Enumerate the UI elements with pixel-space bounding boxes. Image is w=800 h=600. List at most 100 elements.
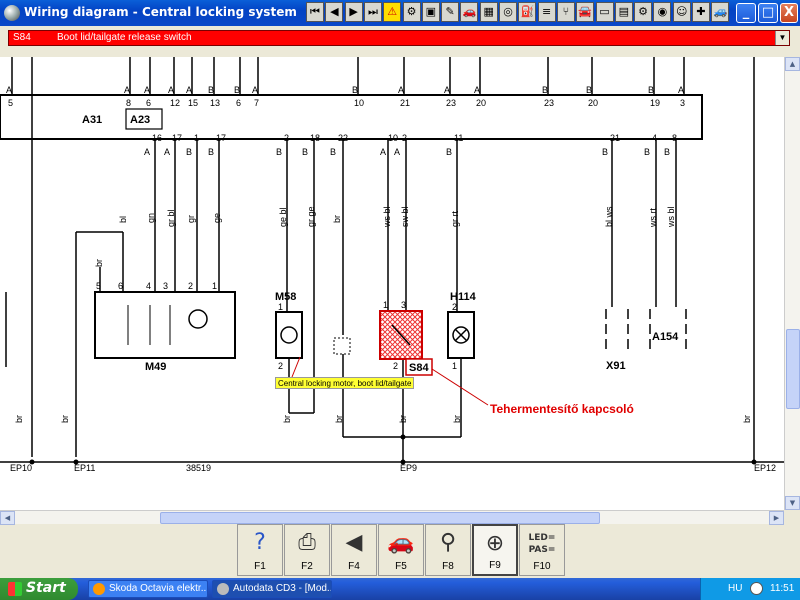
wire-color-label: ws bl <box>382 206 392 227</box>
component-pin-number: 3 <box>401 300 407 310</box>
vertical-scroll-thumb[interactable] <box>786 329 800 409</box>
fkey-f5-button[interactable]: 🚗 F5 <box>378 524 424 576</box>
bottom-pin-number: 2 <box>402 133 408 143</box>
ground-ep9: EP9 <box>400 463 418 473</box>
engine-icon[interactable]: ⚙ <box>634 2 653 22</box>
car-front-icon[interactable]: 🚘 <box>576 2 595 22</box>
top-pin-number: 7 <box>254 98 260 108</box>
bottom-pin-number: 1 <box>194 133 200 143</box>
top-pin-number: 6 <box>236 98 242 108</box>
s84-label[interactable]: S84 <box>409 362 429 374</box>
top-pin-letter: B <box>352 85 359 95</box>
maximize-button[interactable]: □ <box>758 3 778 23</box>
scroll-down-icon[interactable]: ▼ <box>785 496 800 510</box>
sensor-icon[interactable]: ◉ <box>653 2 672 22</box>
last-page-icon[interactable]: ⏭ <box>363 2 382 22</box>
wire-color-label: bl <box>118 215 128 223</box>
component-name: Boot lid/tailgate release switch <box>57 32 192 43</box>
start-button[interactable]: Start <box>0 578 78 600</box>
fkey-f9-button[interactable]: ⊕ F9 <box>472 524 518 576</box>
bottom-pin-letter: B <box>302 147 309 157</box>
top-pin-letter: B <box>648 85 655 95</box>
top-pin-letter: A <box>186 85 193 95</box>
top-pin-number: 19 <box>650 98 661 108</box>
gear-icon[interactable]: ⚙ <box>402 2 421 22</box>
wire-color-label: ws rt <box>648 208 658 227</box>
fkey-f1-button[interactable]: ? F1 <box>237 524 283 576</box>
top-pin-letter: A <box>398 85 405 95</box>
wire-color-label: gr rt <box>450 210 460 227</box>
diagnostic-icon: ⚲ <box>439 530 457 555</box>
component-dropdown[interactable]: S84 Boot lid/tailgate release switch ▼ <box>8 30 790 46</box>
dropdown-arrow-icon[interactable]: ▼ <box>775 31 789 45</box>
bottom-pin-letter: A <box>144 147 151 157</box>
fkey-label: F10 <box>533 561 551 572</box>
wire-color-label: br <box>332 214 342 223</box>
top-pin-letter: B <box>208 85 215 95</box>
fkey-label: F2 <box>301 561 313 572</box>
firefox-icon <box>93 583 105 595</box>
horizontal-scrollbar[interactable]: ◀ ▶ <box>0 510 784 525</box>
component-code: S84 <box>13 32 31 43</box>
fkey-f2-button[interactable]: ⎙ F2 <box>284 524 330 576</box>
fkey-label: F4 <box>348 561 360 572</box>
component-pin-number: 4 <box>146 281 152 291</box>
title-bar[interactable]: Wiring diagram - Central locking system … <box>0 0 800 26</box>
fkey-f8-button[interactable]: ⚲ F8 <box>425 524 471 576</box>
wire-color-label: gr bl <box>166 209 176 227</box>
x91-label[interactable]: X91 <box>606 360 626 372</box>
next-page-icon[interactable]: ▶ <box>344 2 363 22</box>
previous-page-icon[interactable]: ◀ <box>325 2 344 22</box>
fuel-icon[interactable]: ⛽ <box>518 2 537 22</box>
close-button[interactable]: X <box>780 3 798 23</box>
wiring-diagram[interactable]: A 5 A 8 A 6 A 12 A 15 B 13 B 6 A 7 B 10 A 21 A 23 A 20 B 23 B 20 B 19… <box>0 57 784 510</box>
component-pin-number: 2 <box>393 361 399 371</box>
horizontal-scroll-thumb[interactable] <box>160 512 600 524</box>
top-pin-letter: A <box>474 85 481 95</box>
help-tray-icon[interactable] <box>750 582 763 595</box>
top-pin-number: 23 <box>544 98 555 108</box>
wheel-icon[interactable]: ◎ <box>499 2 517 22</box>
top-pin-number: 10 <box>354 98 365 108</box>
person-icon[interactable]: ☺ <box>672 2 691 22</box>
scroll-right-icon[interactable]: ▶ <box>769 511 784 525</box>
scroll-left-icon[interactable]: ◀ <box>0 511 15 525</box>
image-icon[interactable]: ▣ <box>421 2 440 22</box>
car-search-icon: 🚗 <box>387 530 415 555</box>
app-icon <box>4 5 20 21</box>
top-pin-letter: A <box>168 85 175 95</box>
taskbar-item-skoda[interactable]: Skoda Octavia elektr... <box>88 580 208 598</box>
chip-icon[interactable]: ▦ <box>479 2 498 22</box>
seat-icon[interactable]: ⑂ <box>556 2 575 22</box>
component-pin-number: 1 <box>278 302 284 312</box>
diagnostics-icon[interactable]: ✚ <box>692 2 710 22</box>
top-pin-number: 12 <box>170 98 181 108</box>
car-side-icon[interactable]: 🚙 <box>711 2 730 22</box>
bottom-pin-letter: A <box>394 147 401 157</box>
taskbar-item-autodata[interactable]: Autodata CD3 - [Mod... <box>212 580 332 598</box>
bottom-pin-number: 2 <box>284 133 290 143</box>
rack-icon[interactable]: ≡ <box>537 2 556 22</box>
m49-label[interactable]: M49 <box>145 361 166 373</box>
monitor-icon[interactable]: ▤ <box>614 2 633 22</box>
fkey-f10-button[interactable]: LED= PAS= F10 <box>519 524 565 576</box>
first-page-icon[interactable]: ⏮ <box>306 2 324 22</box>
bottom-pin-letter: B <box>664 147 671 157</box>
minimize-button[interactable]: _ <box>736 3 756 23</box>
bottom-pin-letter: B <box>602 147 609 157</box>
car-icon[interactable]: 🚗 <box>460 2 479 22</box>
language-indicator[interactable]: HU <box>728 583 742 594</box>
bottom-pin-number: 22 <box>338 133 349 143</box>
warning-icon[interactable]: ⚠ <box>383 2 402 22</box>
top-pin-number: 6 <box>146 98 152 108</box>
a154-label[interactable]: A154 <box>652 331 678 343</box>
component-pin-number: 3 <box>163 281 169 291</box>
top-pin-letter: B <box>234 85 241 95</box>
scroll-up-icon[interactable]: ▲ <box>785 57 800 71</box>
fkey-f4-button[interactable]: ◀ F4 <box>331 524 377 576</box>
window-icon[interactable]: ▭ <box>595 2 614 22</box>
wire-color-label: ge <box>212 212 222 223</box>
settings-icon[interactable]: ✎ <box>441 2 460 22</box>
ground-ep12: EP12 <box>754 463 777 473</box>
vertical-scrollbar[interactable]: ▲ ▼ <box>784 57 800 510</box>
